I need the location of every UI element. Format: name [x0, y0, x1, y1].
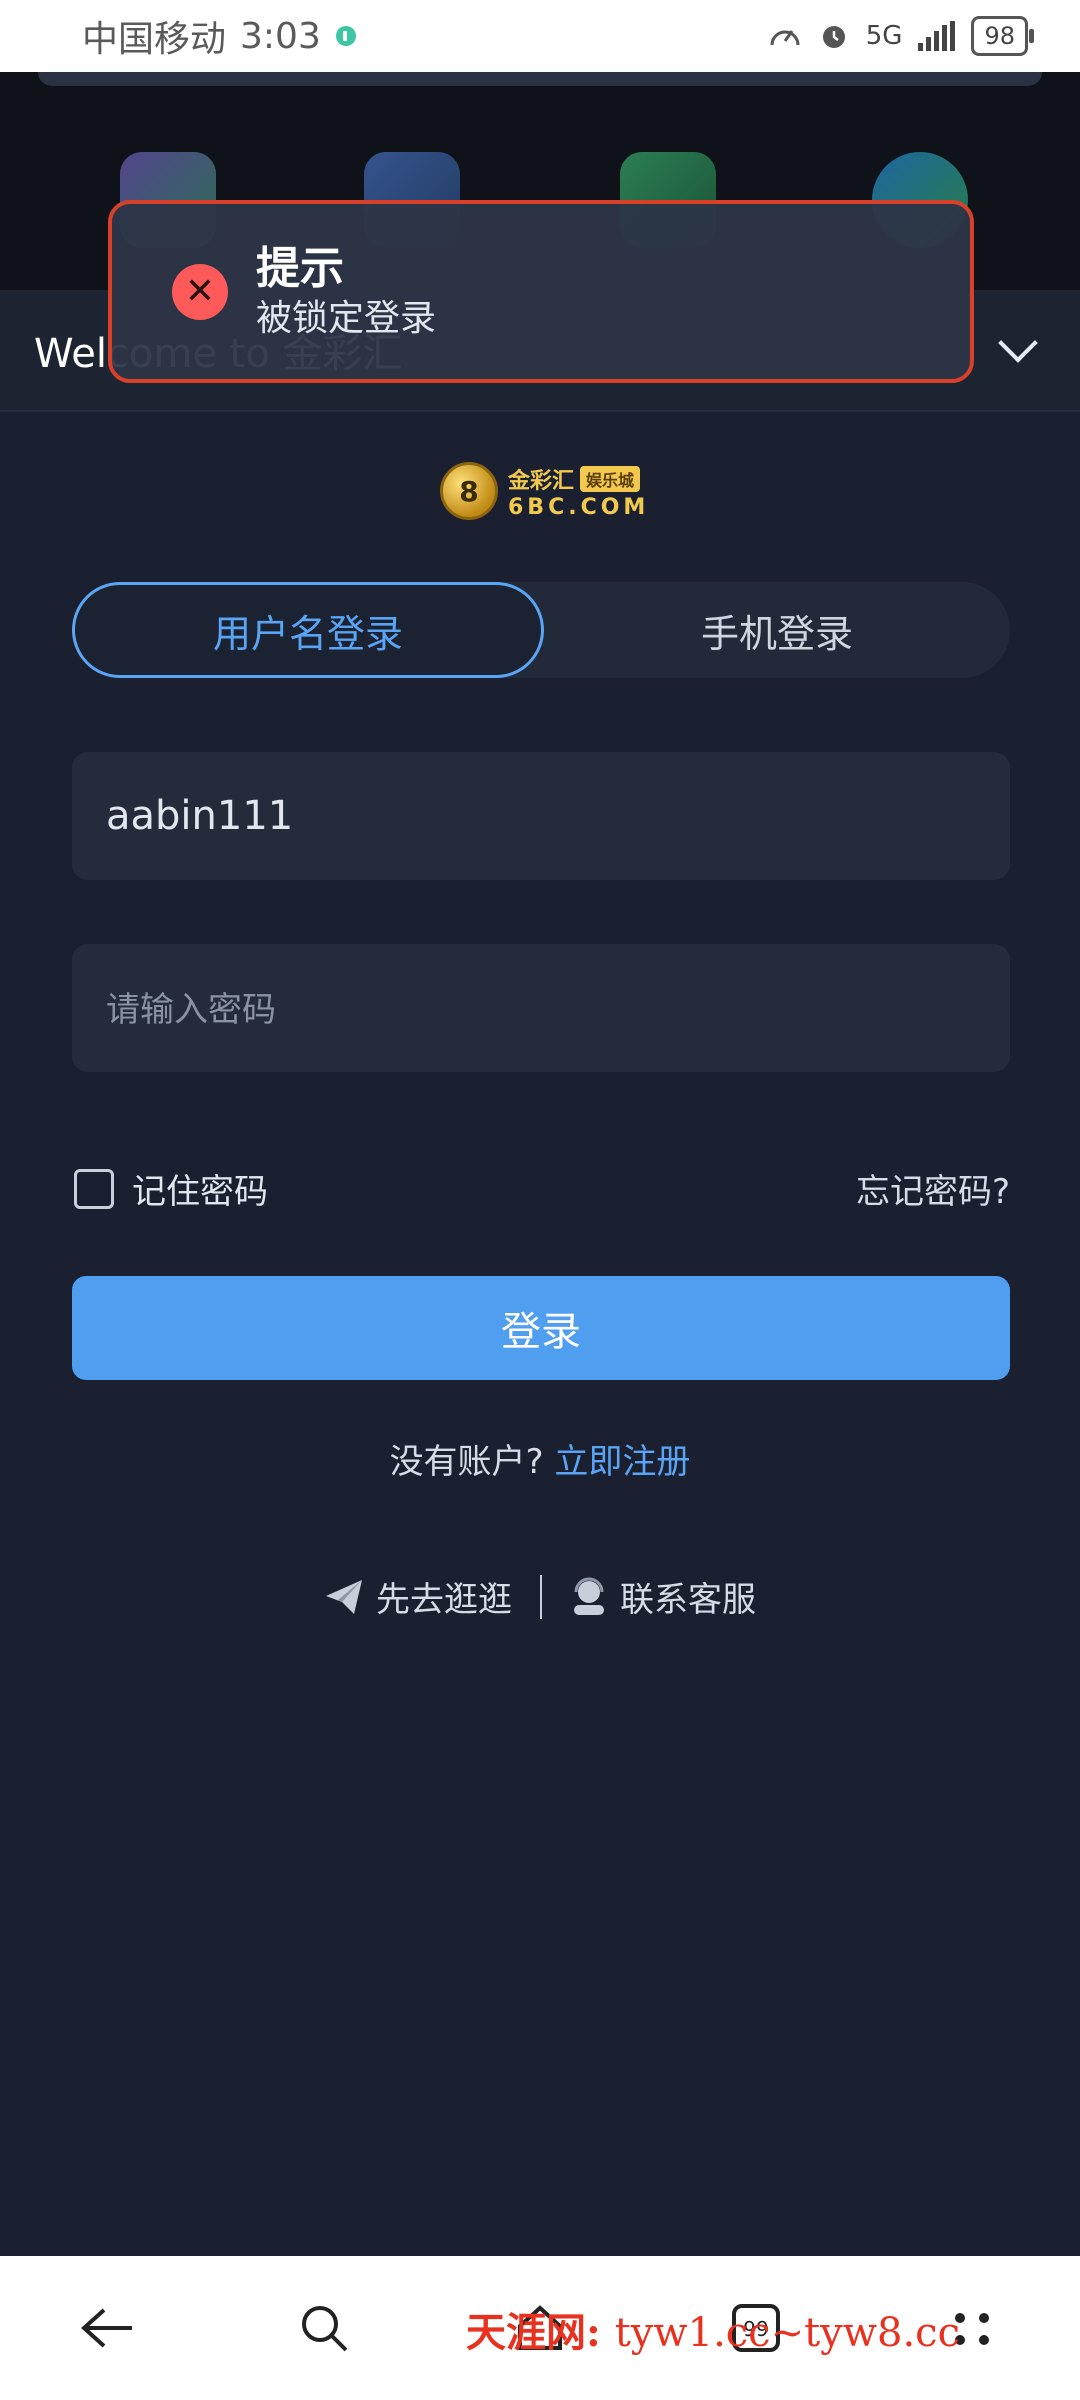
- chevron-down-icon[interactable]: [998, 323, 1038, 363]
- forgot-password-link[interactable]: 忘记密码?: [856, 1164, 1010, 1213]
- secondary-links: 先去逛逛 联系客服: [0, 1572, 1080, 1621]
- paper-plane-icon: [326, 1579, 362, 1614]
- alarm-icon: [822, 26, 845, 48]
- login-tabs: 用户名登录 手机登录: [72, 582, 1010, 678]
- watermark-domains: tyw1.cc~tyw8.cc: [614, 2310, 960, 2356]
- logo-ball-icon: 8: [440, 462, 498, 520]
- status-bar: 中国移动 3:03 5G 98: [0, 0, 1080, 72]
- browse-label: 先去逛逛: [376, 1580, 512, 1620]
- browse-link[interactable]: 先去逛逛: [324, 1572, 512, 1621]
- toast-body: 提示 被锁定登录: [256, 242, 436, 342]
- logo-tag: 娱乐城: [580, 465, 641, 492]
- username-field[interactable]: [72, 752, 1010, 880]
- search-pill: [38, 72, 1042, 86]
- network-type: 5G: [865, 21, 903, 51]
- close-icon: ✕: [172, 263, 228, 320]
- logo-domain: 6BC.COM: [508, 494, 650, 520]
- search-button[interactable]: [284, 2288, 364, 2368]
- remember-label: 记住密码: [132, 1172, 268, 1212]
- support-link[interactable]: 联系客服: [570, 1572, 756, 1621]
- divider: [540, 1574, 542, 1619]
- username-input[interactable]: [104, 792, 978, 840]
- password-field[interactable]: [72, 944, 1010, 1072]
- status-left: 中国移动 3:03: [82, 10, 357, 62]
- back-arrow-icon: [81, 2308, 132, 2348]
- logo-text: 金彩汇 娱乐城 6BC.COM: [508, 463, 649, 520]
- password-input[interactable]: [104, 984, 978, 1032]
- register-prompt: 没有账户?: [389, 1442, 544, 1482]
- brand-logo: 8 金彩汇 娱乐城 6BC.COM: [440, 462, 649, 520]
- speed-icon: [770, 30, 800, 46]
- site-watermark: 天涯网: tyw1.cc~tyw8.cc: [466, 2300, 960, 2358]
- remember-checkbox[interactable]: [74, 1168, 114, 1209]
- register-row: 没有账户? 立即注册: [0, 1434, 1080, 1483]
- tab-username-login[interactable]: 用户名登录: [72, 582, 544, 678]
- error-toast: ✕ 提示 被锁定登录: [108, 200, 974, 383]
- clock: 3:03: [240, 15, 321, 57]
- search-icon: [302, 2306, 348, 2352]
- tab-phone-login[interactable]: 手机登录: [544, 582, 1010, 678]
- support-label: 联系客服: [620, 1580, 756, 1620]
- status-right: 5G 98: [768, 16, 1034, 56]
- logo-brand-name: 金彩汇: [508, 468, 575, 494]
- logo-title: 金彩汇 娱乐城: [508, 463, 649, 495]
- toast-message: 被锁定登录: [256, 297, 437, 339]
- login-button[interactable]: 登录: [72, 1276, 1010, 1380]
- headset-icon: [574, 1577, 604, 1615]
- carrier-name: 中国移动: [82, 19, 227, 60]
- toast-title: 提示: [256, 242, 344, 294]
- notification-icon: [335, 26, 356, 46]
- watermark-name: 天涯网:: [466, 2309, 601, 2356]
- remember-password[interactable]: 记住密码: [74, 1164, 268, 1213]
- back-button[interactable]: [68, 2288, 148, 2368]
- signal-icon: [918, 21, 956, 51]
- register-link[interactable]: 立即注册: [554, 1442, 690, 1482]
- battery-icon: 98: [971, 16, 1034, 56]
